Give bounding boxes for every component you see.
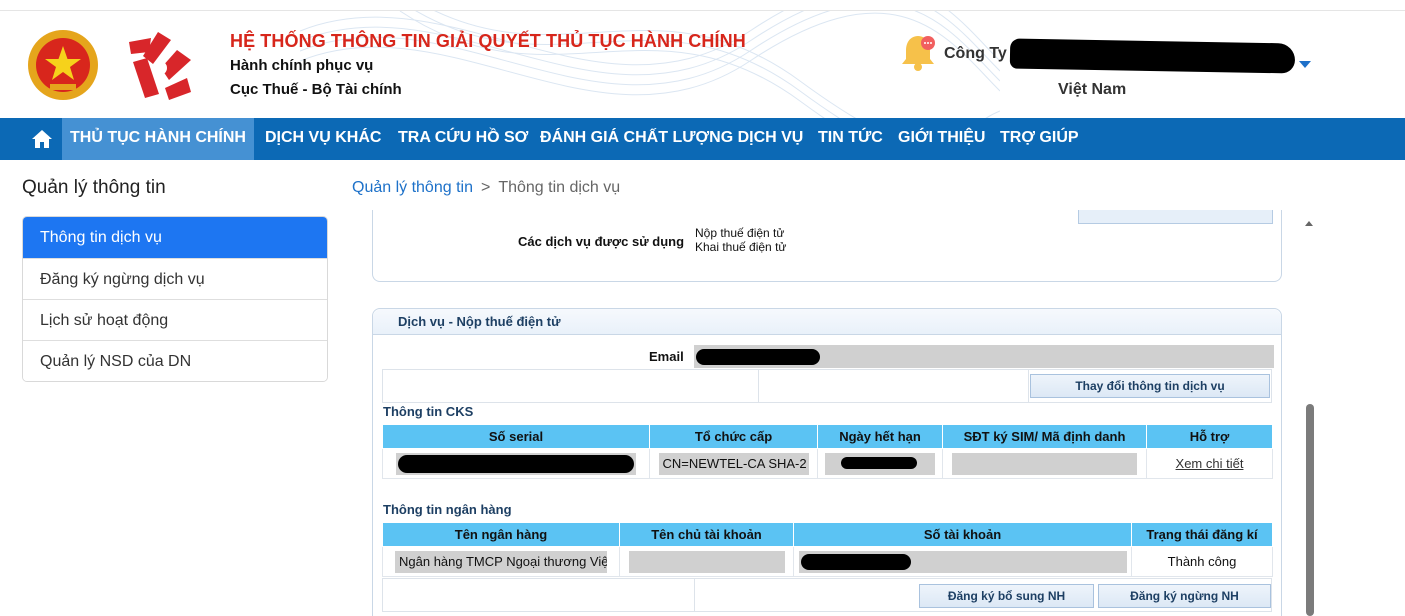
email-field: [694, 345, 1274, 368]
account-holder-cell: [619, 546, 794, 577]
breadcrumb-current: Thông tin dịch vụ: [498, 179, 621, 196]
sidebar-item-quan-ly-nsd[interactable]: Quản lý NSD của DN: [23, 340, 327, 381]
cks-section-title: Thông tin CKS: [383, 404, 474, 419]
company-country: Việt Nam: [1058, 81, 1127, 98]
sidebar-title: Quản lý thông tin: [22, 177, 166, 198]
service-value: Nộp thuế điện tử: [695, 226, 785, 240]
issuer-field: CN=NEWTEL-CA SHA-2: [658, 452, 809, 475]
issuer-cell: CN=NEWTEL-CA SHA-2: [649, 448, 818, 479]
account-number-field: [798, 550, 1127, 573]
home-button[interactable]: [22, 118, 62, 160]
bank-name-cell: Ngân hàng TMCP Ngoại thương Việt Nam: [382, 546, 620, 577]
nav-item-dich-vu-khac[interactable]: DỊCH VỤ KHÁC: [265, 118, 381, 160]
system-title: HỆ THỐNG THÔNG TIN GIẢI QUYẾT THỦ TỤC HÀ…: [230, 31, 746, 51]
breadcrumb-parent-link[interactable]: Quản lý thông tin: [352, 179, 473, 196]
tax-logo-icon: [129, 32, 191, 100]
divider: [1028, 370, 1029, 402]
service-panel-title: Dịch vụ - Nộp thuế điện tử: [373, 309, 1281, 335]
nav-item-tin-tuc[interactable]: TIN TỨC: [818, 118, 883, 160]
services-label: Các dịch vụ được sử dụng: [518, 234, 685, 249]
nav-item-thu-tuc-hanh-chinh[interactable]: THỦ TỤC HÀNH CHÍNH: [62, 118, 254, 160]
column-header: Trạng thái đăng kí: [1131, 522, 1273, 547]
column-header: Số serial: [382, 424, 650, 449]
bank-section-title: Thông tin ngân hàng: [383, 502, 512, 517]
redacted-expiry: [841, 456, 917, 469]
notification-bell-icon[interactable]: [900, 32, 936, 72]
services-values: Nộp thuế điện tử Khai thuế điện tử: [695, 226, 786, 254]
serial-cell: [382, 448, 650, 479]
bank-name-field: Ngân hàng TMCP Ngoại thương Việt Nam: [395, 550, 607, 573]
header-agency: Cục Thuế - Bộ Tài chính: [230, 81, 402, 98]
home-icon: [32, 130, 52, 148]
sidebar-item-dang-ky-ngung-dich-vu[interactable]: Đăng ký ngừng dịch vụ: [23, 258, 327, 299]
account-number-cell: [793, 546, 1132, 577]
sidebar-item-thong-tin-dich-vu[interactable]: Thông tin dịch vụ: [23, 217, 327, 258]
national-emblem-icon: [28, 30, 98, 100]
chevron-down-icon[interactable]: [1299, 61, 1311, 68]
site-header: HỆ THỐNG THÔNG TIN GIẢI QUYẾT THỦ TỤC HÀ…: [0, 11, 1405, 118]
change-account-button[interactable]: [1078, 210, 1273, 224]
redacted-email: [696, 349, 820, 365]
nav-item-danh-gia-chat-luong[interactable]: ĐÁNH GIÁ CHẤT LƯỢNG DỊCH VỤ: [540, 118, 803, 160]
main-content[interactable]: Các dịch vụ được sử dụng Nộp thuế điện t…: [352, 210, 1302, 616]
support-cell: Xem chi tiết: [1146, 448, 1273, 479]
sim-cell: [942, 448, 1147, 479]
redacted-serial: [398, 454, 634, 473]
main-nav: THỦ TỤC HÀNH CHÍNH DỊCH VỤ KHÁC TRA CỨU …: [0, 118, 1405, 160]
cks-table: Số serial Tổ chức cấp Ngày hết hạn SĐT k…: [382, 424, 1273, 479]
header-wave-decoration: [300, 11, 1000, 118]
breadcrumb-separator: >: [480, 179, 491, 196]
redacted-company-name: [1009, 38, 1296, 74]
column-header: Tên ngân hàng: [382, 522, 620, 547]
column-header: SĐT ký SIM/ Mã định danh: [942, 424, 1147, 449]
account-holder-field: [628, 550, 785, 573]
column-header: Ngày hết hạn: [817, 424, 943, 449]
email-label: Email: [649, 349, 684, 364]
status-cell: Thành công: [1131, 546, 1273, 577]
expiry-field: [825, 452, 935, 475]
account-info-panel: Các dịch vụ được sử dụng Nộp thuế điện t…: [372, 210, 1282, 282]
scrollbar-thumb[interactable]: [1306, 404, 1314, 616]
divider: [694, 579, 695, 611]
nav-item-tra-cuu-ho-so[interactable]: TRA CỨU HỒ SƠ: [398, 118, 528, 160]
scroll-up-icon[interactable]: [1305, 221, 1313, 226]
vertical-scrollbar[interactable]: [1300, 212, 1320, 616]
column-header: Tổ chức cấp: [649, 424, 818, 449]
column-header: Tên chủ tài khoản: [619, 522, 794, 547]
column-header: Số tài khoản: [793, 522, 1132, 547]
view-detail-link[interactable]: Xem chi tiết: [1176, 456, 1244, 471]
bank-table: Tên ngân hàng Tên chủ tài khoản Số tài k…: [382, 522, 1273, 577]
sim-id-field: [952, 452, 1137, 475]
table-header-row: Tên ngân hàng Tên chủ tài khoản Số tài k…: [382, 522, 1273, 547]
sidebar-menu: Thông tin dịch vụ Đăng ký ngừng dịch vụ …: [22, 216, 328, 382]
service-value: Khai thuế điện tử: [695, 240, 787, 254]
change-service-info-button[interactable]: Thay đổi thông tin dịch vụ: [1030, 374, 1270, 398]
serial-field: [396, 452, 636, 475]
divider: [758, 370, 759, 402]
nav-item-tro-giup[interactable]: TRỢ GIÚP: [1000, 118, 1079, 160]
column-header: Hỗ trợ: [1146, 424, 1273, 449]
company-name[interactable]: Công Ty: [944, 45, 1007, 63]
table-row: CN=NEWTEL-CA SHA-2 Xem chi tiết: [382, 448, 1273, 479]
table-header-row: Số serial Tổ chức cấp Ngày hết hạn SĐT k…: [382, 424, 1273, 449]
redacted-account-number: [800, 553, 911, 570]
nav-item-gioi-thieu[interactable]: GIỚI THIỆU: [898, 118, 985, 160]
sidebar-item-lich-su-hoat-dong[interactable]: Lịch sử hoạt động: [23, 299, 327, 340]
expiry-cell: [817, 448, 943, 479]
table-row: Ngân hàng TMCP Ngoại thương Việt Nam Thà…: [382, 546, 1273, 577]
header-subtitle: Hành chính phục vụ: [230, 57, 374, 74]
add-bank-button[interactable]: Đăng ký bổ sung NH: [919, 584, 1094, 608]
top-border: [0, 0, 1405, 11]
stop-bank-button[interactable]: Đăng ký ngừng NH: [1098, 584, 1271, 608]
breadcrumb: Quản lý thông tin > Thông tin dịch vụ: [352, 179, 620, 197]
